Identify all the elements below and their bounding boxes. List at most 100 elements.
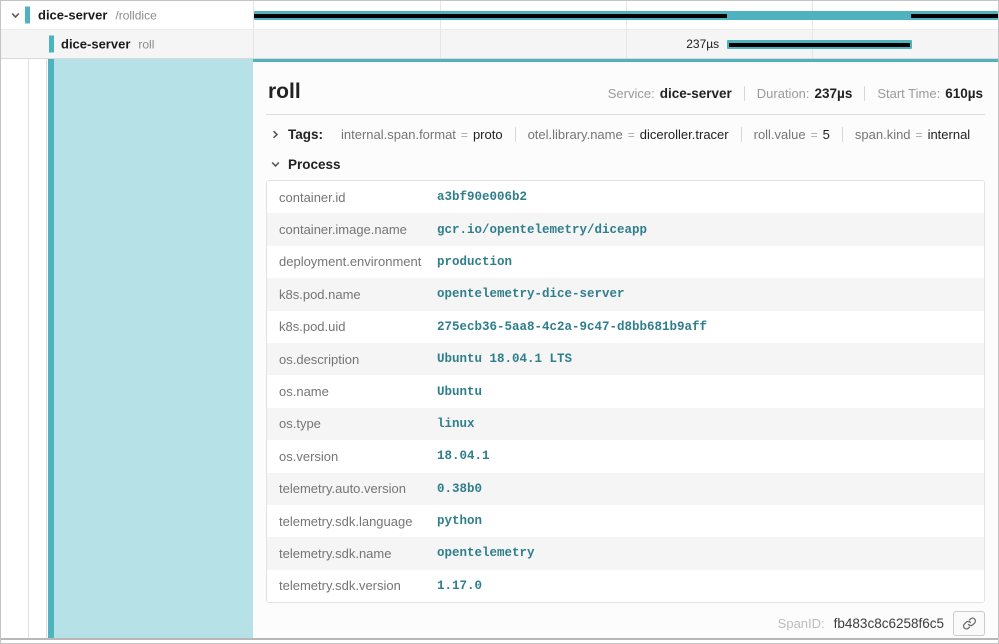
tag-equals: = (811, 128, 818, 142)
process-collapse-button[interactable] (268, 158, 282, 172)
indent-guide (46, 59, 47, 638)
tags-expand-button[interactable] (268, 128, 282, 142)
table-row: telemetry.sdk.language python (267, 505, 984, 537)
spanid-label: SpanID: (778, 616, 825, 631)
tag-value: internal (928, 127, 971, 142)
process-key: os.type (267, 416, 437, 431)
process-value: gcr.io/opentelemetry/diceapp (437, 223, 647, 237)
chevron-right-icon (270, 129, 281, 140)
tag-value: diceroller.tracer (640, 127, 729, 142)
table-row: telemetry.auto.version 0.38b0 (267, 473, 984, 505)
tag-equals: = (916, 128, 923, 142)
process-key: container.id (267, 190, 437, 205)
process-value: opentelemetry (437, 546, 535, 560)
span-detail-panel: roll Service: dice-server Duration: 237µ… (253, 59, 998, 638)
process-key: telemetry.sdk.language (267, 514, 437, 529)
critical-path-segment (254, 14, 727, 18)
span-name-column[interactable]: dice-serverroll (1, 30, 253, 58)
span-duration-label: 237µs (254, 30, 727, 58)
service-color-bar (49, 36, 54, 53)
tag-key: internal.span.format (341, 127, 456, 142)
indent-guide (28, 59, 29, 638)
span-meta-label: Duration: (757, 86, 810, 101)
process-key: os.version (267, 449, 437, 464)
table-row: os.description Ubuntu 18.04.1 LTS (267, 343, 984, 375)
process-key: os.name (267, 384, 437, 399)
span-meta: Service: dice-server Duration: 237µs Sta… (608, 86, 983, 101)
trace-timeline-window: dice-server/rolldice dice-serverroll 237… (0, 0, 999, 644)
process-key: k8s.pod.name (267, 287, 437, 302)
process-key: os.description (267, 352, 437, 367)
process-value: a3bf90e006b2 (437, 190, 527, 204)
process-value: 0.38b0 (437, 482, 482, 496)
span-name-column[interactable]: dice-server/rolldice (1, 1, 253, 29)
tag-item: internal.span.format = proto (329, 127, 515, 142)
span-meta-label: Start Time: (877, 86, 940, 101)
operation-name: roll (138, 38, 154, 52)
process-section-header[interactable]: Process (266, 157, 985, 172)
span-detail-header: roll Service: dice-server Duration: 237µ… (266, 74, 985, 104)
tag-key: otel.library.name (528, 127, 623, 142)
service-name: dice-serverroll (61, 37, 154, 52)
tag-item: span.kind = internal (842, 127, 982, 142)
tag-list: internal.span.format = proto otel.librar… (329, 127, 982, 142)
copy-link-button[interactable] (953, 611, 985, 636)
process-value: production (437, 255, 512, 269)
span-row-roll[interactable]: dice-serverroll 237µs (1, 30, 998, 59)
table-row: k8s.pod.uid 275ecb36-5aa8-4c2a-9c47-d8bb… (267, 311, 984, 343)
timeline-track: 237µs (253, 30, 998, 58)
process-value: 275ecb36-5aa8-4c2a-9c47-d8bb681b9aff (437, 320, 707, 334)
tag-equals: = (461, 128, 468, 142)
collapse-children-button[interactable] (8, 8, 22, 22)
process-value: Ubuntu 18.04.1 LTS (437, 352, 572, 366)
span-meta-item: Service: dice-server (608, 86, 732, 101)
process-value: linux (437, 417, 475, 431)
process-key: telemetry.auto.version (267, 481, 437, 496)
tags-section-header[interactable]: Tags: internal.span.format = proto otel.… (266, 127, 985, 142)
span-detail-row: roll Service: dice-server Duration: 237µ… (1, 59, 998, 638)
span-meta-value: dice-server (660, 86, 732, 101)
process-key-value-table: container.id a3bf90e006b2 container.imag… (266, 180, 985, 603)
tag-equals: = (628, 128, 635, 142)
link-icon (962, 616, 977, 631)
tags-label: Tags: (288, 127, 323, 142)
span-bar-rolldice[interactable] (254, 11, 998, 20)
service-name: dice-server/rolldice (38, 8, 157, 23)
table-row: telemetry.sdk.name opentelemetry (267, 537, 984, 569)
spanid-value: fb483c8c6258f6c5 (834, 616, 944, 631)
span-meta-label: Service: (608, 86, 655, 101)
operation-name: /rolldice (115, 9, 156, 23)
span-meta-item: Duration: 237µs (744, 86, 853, 101)
chevron-down-icon (10, 10, 21, 21)
process-key: container.image.name (267, 222, 437, 237)
span-meta-value: 237µs (815, 86, 853, 101)
table-row: os.version 18.04.1 (267, 440, 984, 472)
process-key: deployment.environment (267, 254, 437, 269)
tag-item: roll.value = 5 (741, 127, 842, 142)
process-key: telemetry.sdk.name (267, 546, 437, 561)
tag-value: 5 (823, 127, 830, 142)
critical-path-segment (729, 43, 910, 47)
table-row: deployment.environment production (267, 246, 984, 278)
span-meta-value: 610µs (945, 86, 983, 101)
table-row: k8s.pod.name opentelemetry-dice-server (267, 278, 984, 310)
detail-row-bottom-border (1, 638, 998, 640)
tag-value: proto (473, 127, 503, 142)
process-label: Process (288, 157, 341, 172)
span-meta-item: Start Time: 610µs (864, 86, 983, 101)
selected-span-indent-block[interactable] (54, 59, 253, 638)
table-row: telemetry.sdk.version 1.17.0 (267, 570, 984, 602)
span-row-rolldice[interactable]: dice-server/rolldice (1, 1, 998, 30)
process-value: 18.04.1 (437, 449, 490, 463)
span-operation-title: roll (268, 80, 301, 104)
span-bar-roll[interactable] (727, 40, 912, 49)
tag-key: span.kind (855, 127, 911, 142)
timeline-track (253, 1, 998, 29)
process-key: telemetry.sdk.version (267, 578, 437, 593)
process-value: 1.17.0 (437, 579, 482, 593)
table-row: container.image.name gcr.io/opentelemetr… (267, 213, 984, 245)
service-color-bar (25, 7, 30, 24)
process-key: k8s.pod.uid (267, 319, 437, 334)
table-row: os.type linux (267, 408, 984, 440)
span-detail-footer: SpanID: fb483c8c6258f6c5 (266, 611, 985, 636)
